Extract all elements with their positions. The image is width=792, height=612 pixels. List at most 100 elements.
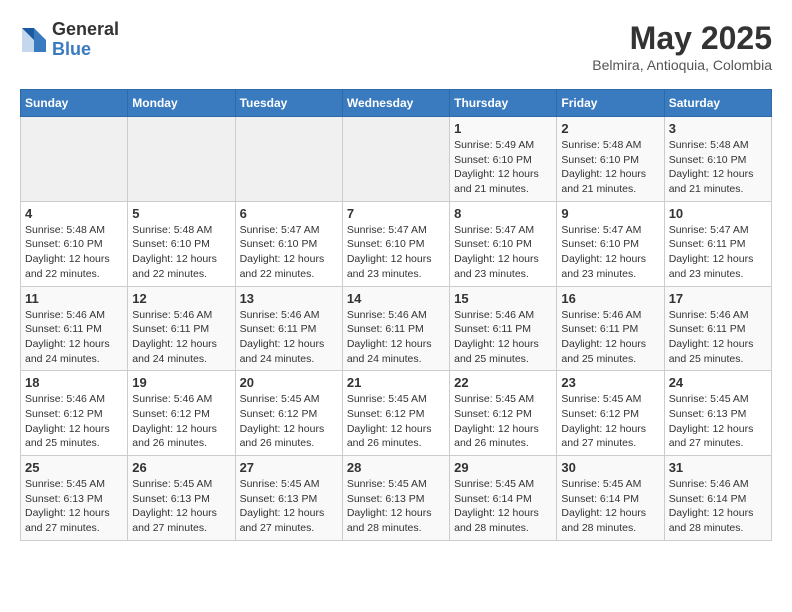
day-info: Sunrise: 5:45 AM Sunset: 6:13 PM Dayligh… bbox=[25, 477, 123, 536]
calendar-cell bbox=[342, 117, 449, 202]
day-info: Sunrise: 5:45 AM Sunset: 6:12 PM Dayligh… bbox=[240, 392, 338, 451]
day-info: Sunrise: 5:48 AM Sunset: 6:10 PM Dayligh… bbox=[132, 223, 230, 282]
calendar-cell: 18 Sunrise: 5:46 AM Sunset: 6:12 PM Dayli… bbox=[21, 371, 128, 456]
logo: General Blue bbox=[20, 20, 119, 60]
logo-general: General bbox=[52, 19, 119, 39]
calendar-week-4: 18 Sunrise: 5:46 AM Sunset: 6:12 PM Dayli… bbox=[21, 371, 772, 456]
weekday-header-sunday: Sunday bbox=[21, 90, 128, 117]
day-info: Sunrise: 5:46 AM Sunset: 6:11 PM Dayligh… bbox=[132, 308, 230, 367]
calendar-cell: 17 Sunrise: 5:46 AM Sunset: 6:11 PM Dayli… bbox=[664, 286, 771, 371]
weekday-header-wednesday: Wednesday bbox=[342, 90, 449, 117]
weekday-header-row: SundayMondayTuesdayWednesdayThursdayFrid… bbox=[21, 90, 772, 117]
calendar-cell: 8 Sunrise: 5:47 AM Sunset: 6:10 PM Daylig… bbox=[450, 201, 557, 286]
day-info: Sunrise: 5:47 AM Sunset: 6:10 PM Dayligh… bbox=[454, 223, 552, 282]
day-number: 12 bbox=[132, 291, 230, 306]
day-number: 4 bbox=[25, 206, 123, 221]
day-number: 29 bbox=[454, 460, 552, 475]
day-info: Sunrise: 5:46 AM Sunset: 6:12 PM Dayligh… bbox=[132, 392, 230, 451]
calendar-week-1: 1 Sunrise: 5:49 AM Sunset: 6:10 PM Daylig… bbox=[21, 117, 772, 202]
day-number: 3 bbox=[669, 121, 767, 136]
calendar-table: SundayMondayTuesdayWednesdayThursdayFrid… bbox=[20, 89, 772, 541]
day-number: 14 bbox=[347, 291, 445, 306]
logo-icon bbox=[20, 26, 48, 54]
calendar-cell: 27 Sunrise: 5:45 AM Sunset: 6:13 PM Dayli… bbox=[235, 456, 342, 541]
calendar-cell: 21 Sunrise: 5:45 AM Sunset: 6:12 PM Dayli… bbox=[342, 371, 449, 456]
day-number: 5 bbox=[132, 206, 230, 221]
day-info: Sunrise: 5:46 AM Sunset: 6:11 PM Dayligh… bbox=[240, 308, 338, 367]
calendar-week-5: 25 Sunrise: 5:45 AM Sunset: 6:13 PM Dayli… bbox=[21, 456, 772, 541]
calendar-cell bbox=[21, 117, 128, 202]
calendar-cell: 2 Sunrise: 5:48 AM Sunset: 6:10 PM Daylig… bbox=[557, 117, 664, 202]
calendar-cell: 28Sunrise: 5:45 AM Sunset: 6:13 PM Dayli… bbox=[342, 456, 449, 541]
day-info: Sunrise: 5:45 AM Sunset: 6:14 PM Dayligh… bbox=[561, 477, 659, 536]
day-info: Sunrise: 5:47 AM Sunset: 6:10 PM Dayligh… bbox=[347, 223, 445, 282]
day-number: 24 bbox=[669, 375, 767, 390]
day-info: Sunrise: 5:46 AM Sunset: 6:11 PM Dayligh… bbox=[347, 308, 445, 367]
day-info: Sunrise: 5:48 AM Sunset: 6:10 PM Dayligh… bbox=[25, 223, 123, 282]
logo-text: General Blue bbox=[52, 20, 119, 60]
calendar-cell: 22Sunrise: 5:45 AM Sunset: 6:12 PM Dayli… bbox=[450, 371, 557, 456]
day-info: Sunrise: 5:49 AM Sunset: 6:10 PM Dayligh… bbox=[454, 138, 552, 197]
day-info: Sunrise: 5:46 AM Sunset: 6:11 PM Dayligh… bbox=[25, 308, 123, 367]
day-info: Sunrise: 5:45 AM Sunset: 6:12 PM Dayligh… bbox=[454, 392, 552, 451]
day-info: Sunrise: 5:47 AM Sunset: 6:10 PM Dayligh… bbox=[240, 223, 338, 282]
day-number: 18 bbox=[25, 375, 123, 390]
day-info: Sunrise: 5:46 AM Sunset: 6:14 PM Dayligh… bbox=[669, 477, 767, 536]
calendar-cell: 15Sunrise: 5:46 AM Sunset: 6:11 PM Dayli… bbox=[450, 286, 557, 371]
day-info: Sunrise: 5:45 AM Sunset: 6:12 PM Dayligh… bbox=[347, 392, 445, 451]
calendar-cell: 25 Sunrise: 5:45 AM Sunset: 6:13 PM Dayli… bbox=[21, 456, 128, 541]
calendar-cell: 23Sunrise: 5:45 AM Sunset: 6:12 PM Dayli… bbox=[557, 371, 664, 456]
calendar-week-3: 11Sunrise: 5:46 AM Sunset: 6:11 PM Dayli… bbox=[21, 286, 772, 371]
day-info: Sunrise: 5:46 AM Sunset: 6:11 PM Dayligh… bbox=[561, 308, 659, 367]
day-number: 15 bbox=[454, 291, 552, 306]
calendar-cell bbox=[235, 117, 342, 202]
day-number: 25 bbox=[25, 460, 123, 475]
day-number: 20 bbox=[240, 375, 338, 390]
day-info: Sunrise: 5:47 AM Sunset: 6:11 PM Dayligh… bbox=[669, 223, 767, 282]
day-number: 17 bbox=[669, 291, 767, 306]
day-number: 1 bbox=[454, 121, 552, 136]
day-info: Sunrise: 5:48 AM Sunset: 6:10 PM Dayligh… bbox=[669, 138, 767, 197]
calendar-cell: 7 Sunrise: 5:47 AM Sunset: 6:10 PM Daylig… bbox=[342, 201, 449, 286]
calendar-cell: 24 Sunrise: 5:45 AM Sunset: 6:13 PM Dayli… bbox=[664, 371, 771, 456]
weekday-header-saturday: Saturday bbox=[664, 90, 771, 117]
weekday-header-monday: Monday bbox=[128, 90, 235, 117]
day-number: 13 bbox=[240, 291, 338, 306]
calendar-cell bbox=[128, 117, 235, 202]
day-info: Sunrise: 5:45 AM Sunset: 6:13 PM Dayligh… bbox=[347, 477, 445, 536]
weekday-header-friday: Friday bbox=[557, 90, 664, 117]
calendar-cell: 10 Sunrise: 5:47 AM Sunset: 6:11 PM Dayli… bbox=[664, 201, 771, 286]
day-number: 26 bbox=[132, 460, 230, 475]
day-number: 10 bbox=[669, 206, 767, 221]
day-number: 8 bbox=[454, 206, 552, 221]
calendar-cell: 31 Sunrise: 5:46 AM Sunset: 6:14 PM Dayli… bbox=[664, 456, 771, 541]
day-number: 31 bbox=[669, 460, 767, 475]
month-year-title: May 2025 bbox=[592, 20, 772, 57]
day-number: 9 bbox=[561, 206, 659, 221]
day-number: 2 bbox=[561, 121, 659, 136]
day-info: Sunrise: 5:45 AM Sunset: 6:13 PM Dayligh… bbox=[669, 392, 767, 451]
day-info: Sunrise: 5:46 AM Sunset: 6:12 PM Dayligh… bbox=[25, 392, 123, 451]
day-info: Sunrise: 5:45 AM Sunset: 6:13 PM Dayligh… bbox=[240, 477, 338, 536]
day-info: Sunrise: 5:45 AM Sunset: 6:14 PM Dayligh… bbox=[454, 477, 552, 536]
day-number: 30 bbox=[561, 460, 659, 475]
calendar-cell: 14 Sunrise: 5:46 AM Sunset: 6:11 PM Dayli… bbox=[342, 286, 449, 371]
day-number: 7 bbox=[347, 206, 445, 221]
day-info: Sunrise: 5:48 AM Sunset: 6:10 PM Dayligh… bbox=[561, 138, 659, 197]
day-number: 6 bbox=[240, 206, 338, 221]
title-block: May 2025 Belmira, Antioquia, Colombia bbox=[592, 20, 772, 73]
calendar-cell: 3 Sunrise: 5:48 AM Sunset: 6:10 PM Daylig… bbox=[664, 117, 771, 202]
calendar-cell: 20 Sunrise: 5:45 AM Sunset: 6:12 PM Dayli… bbox=[235, 371, 342, 456]
calendar-cell: 5 Sunrise: 5:48 AM Sunset: 6:10 PM Daylig… bbox=[128, 201, 235, 286]
logo-blue: Blue bbox=[52, 39, 91, 59]
location-subtitle: Belmira, Antioquia, Colombia bbox=[592, 57, 772, 73]
day-info: Sunrise: 5:45 AM Sunset: 6:12 PM Dayligh… bbox=[561, 392, 659, 451]
calendar-cell: 13 Sunrise: 5:46 AM Sunset: 6:11 PM Dayli… bbox=[235, 286, 342, 371]
calendar-cell: 12 Sunrise: 5:46 AM Sunset: 6:11 PM Dayli… bbox=[128, 286, 235, 371]
calendar-cell: 1 Sunrise: 5:49 AM Sunset: 6:10 PM Daylig… bbox=[450, 117, 557, 202]
calendar-cell: 19Sunrise: 5:46 AM Sunset: 6:12 PM Dayli… bbox=[128, 371, 235, 456]
day-number: 21 bbox=[347, 375, 445, 390]
day-number: 27 bbox=[240, 460, 338, 475]
day-info: Sunrise: 5:46 AM Sunset: 6:11 PM Dayligh… bbox=[669, 308, 767, 367]
calendar-cell: 16Sunrise: 5:46 AM Sunset: 6:11 PM Dayli… bbox=[557, 286, 664, 371]
